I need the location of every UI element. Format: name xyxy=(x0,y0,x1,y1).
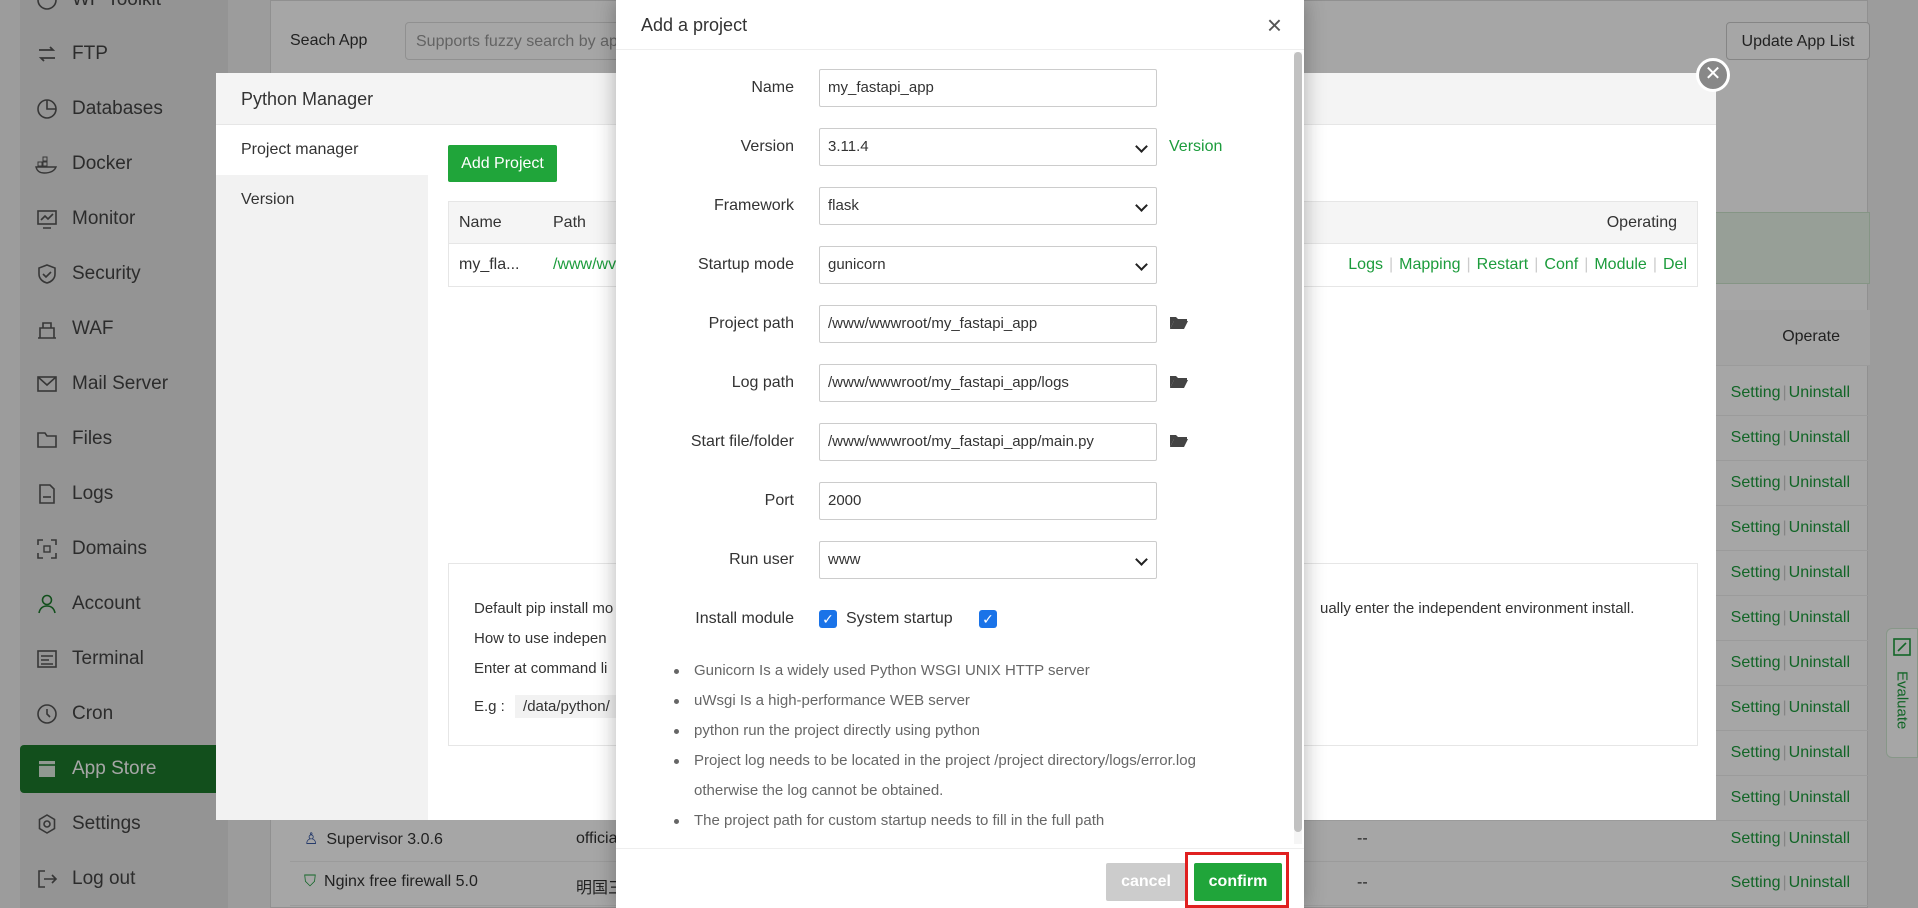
framework-row: Framework flask xyxy=(616,187,1304,227)
tip-item: Project log needs to be located in the p… xyxy=(672,746,1242,806)
log-path-label: Log path xyxy=(731,374,794,391)
separator: | xyxy=(1584,256,1589,273)
cancel-button[interactable]: cancel xyxy=(1106,863,1186,901)
startup-mode-row: Startup mode gunicorn xyxy=(616,246,1304,286)
name-row: Name my_fastapi_app xyxy=(616,69,1304,109)
run-user-label: Run user xyxy=(729,551,794,568)
col-path: Path xyxy=(553,214,586,231)
run-user-row: Run user www xyxy=(616,541,1304,581)
startup-mode-label: Startup mode xyxy=(697,256,794,273)
port-row: Port 2000 xyxy=(616,482,1304,522)
folder-open-icon[interactable] xyxy=(1169,373,1189,389)
project-path-link[interactable]: /www/wv xyxy=(553,244,616,286)
dialog-header: Add a project × xyxy=(616,0,1304,50)
logs-link[interactable]: Logs xyxy=(1348,256,1383,273)
version-row: Version 3.11.4 Version xyxy=(616,128,1304,168)
project-actions: Logs | Mapping | Restart | Conf | Module | Del xyxy=(1348,244,1687,286)
project-path-field[interactable]: /www/wwwroot/my_fastapi_app xyxy=(819,305,1157,343)
separator: | xyxy=(1388,256,1394,273)
tips-list: Gunicorn Is a widely used Python WSGI UN… xyxy=(672,656,1242,836)
version-label: Version xyxy=(740,138,794,155)
log-path-field[interactable]: /www/wwwroot/my_fastapi_app/logs xyxy=(819,364,1157,402)
separator: | xyxy=(1466,256,1471,273)
framework-label: Framework xyxy=(713,197,794,214)
port-field[interactable]: 2000 xyxy=(819,482,1157,520)
start-file-row: Start file/folder /www/wwwroot/my_fastap… xyxy=(616,423,1304,463)
folder-open-icon[interactable] xyxy=(1169,432,1189,448)
framework-select[interactable]: flask xyxy=(819,187,1157,225)
startup-mode-select[interactable]: gunicorn xyxy=(819,246,1157,284)
close-icon[interactable]: × xyxy=(1267,0,1282,50)
scrollbar-thumb[interactable] xyxy=(1294,52,1302,832)
run-user-select[interactable]: www xyxy=(819,541,1157,579)
tab-project-manager[interactable]: Project manager xyxy=(216,125,428,175)
system-startup-checkbox[interactable]: ✓ xyxy=(979,610,997,628)
close-python-manager-button[interactable]: ✕ xyxy=(1696,58,1730,92)
name-field[interactable]: my_fastapi_app xyxy=(819,69,1157,107)
version-link[interactable]: Version xyxy=(1169,138,1222,156)
port-label: Port xyxy=(764,492,794,509)
del-link[interactable]: Del xyxy=(1663,256,1687,273)
close-icon: ✕ xyxy=(1704,63,1722,85)
col-name: Name xyxy=(459,214,502,231)
add-project-dialog: Add a project × Name my_fastapi_app Vers… xyxy=(616,0,1304,908)
module-link[interactable]: Module xyxy=(1594,256,1646,273)
project-name: my_fla... xyxy=(459,256,520,273)
tab-version[interactable]: Version xyxy=(216,175,428,225)
folder-open-icon[interactable] xyxy=(1169,314,1189,330)
conf-link[interactable]: Conf xyxy=(1544,256,1578,273)
col-operating: Operating xyxy=(1606,214,1677,231)
log-path-row: Log path /www/wwwroot/my_fastapi_app/log… xyxy=(616,364,1304,404)
highlight-box xyxy=(1185,852,1289,908)
separator: | xyxy=(1534,256,1539,273)
start-file-label: Start file/folder xyxy=(690,433,794,450)
start-file-field[interactable]: /www/wwwroot/my_fastapi_app/main.py xyxy=(819,423,1157,461)
install-module-row: Install module ✓ System startup ✓ xyxy=(616,600,1304,640)
dialog-title: Add a project xyxy=(641,15,748,35)
project-path-row: Project path /www/wwwroot/my_fastapi_app xyxy=(616,305,1304,345)
tip-item: Gunicorn Is a widely used Python WSGI UN… xyxy=(672,656,1242,686)
install-module-label: Install module xyxy=(695,610,794,627)
add-project-button[interactable]: Add Project xyxy=(448,145,557,182)
dialog-scrollbar[interactable] xyxy=(1294,52,1302,844)
project-path-label: Project path xyxy=(708,315,794,332)
separator: | xyxy=(1652,256,1657,273)
install-module-checkbox[interactable]: ✓ xyxy=(819,610,837,628)
version-select[interactable]: 3.11.4 xyxy=(819,128,1157,166)
mapping-link[interactable]: Mapping xyxy=(1399,256,1460,273)
python-manager-sidebar: Project manager Version xyxy=(216,125,428,820)
name-label: Name xyxy=(751,79,794,96)
tip-item: uWsgi Is a high-performance WEB server xyxy=(672,686,1242,716)
restart-link[interactable]: Restart xyxy=(1477,256,1529,273)
tip-item: The project path for custom startup need… xyxy=(672,806,1242,836)
tip-item: python run the project directly using py… xyxy=(672,716,1242,746)
system-startup-label: System startup xyxy=(846,610,953,627)
